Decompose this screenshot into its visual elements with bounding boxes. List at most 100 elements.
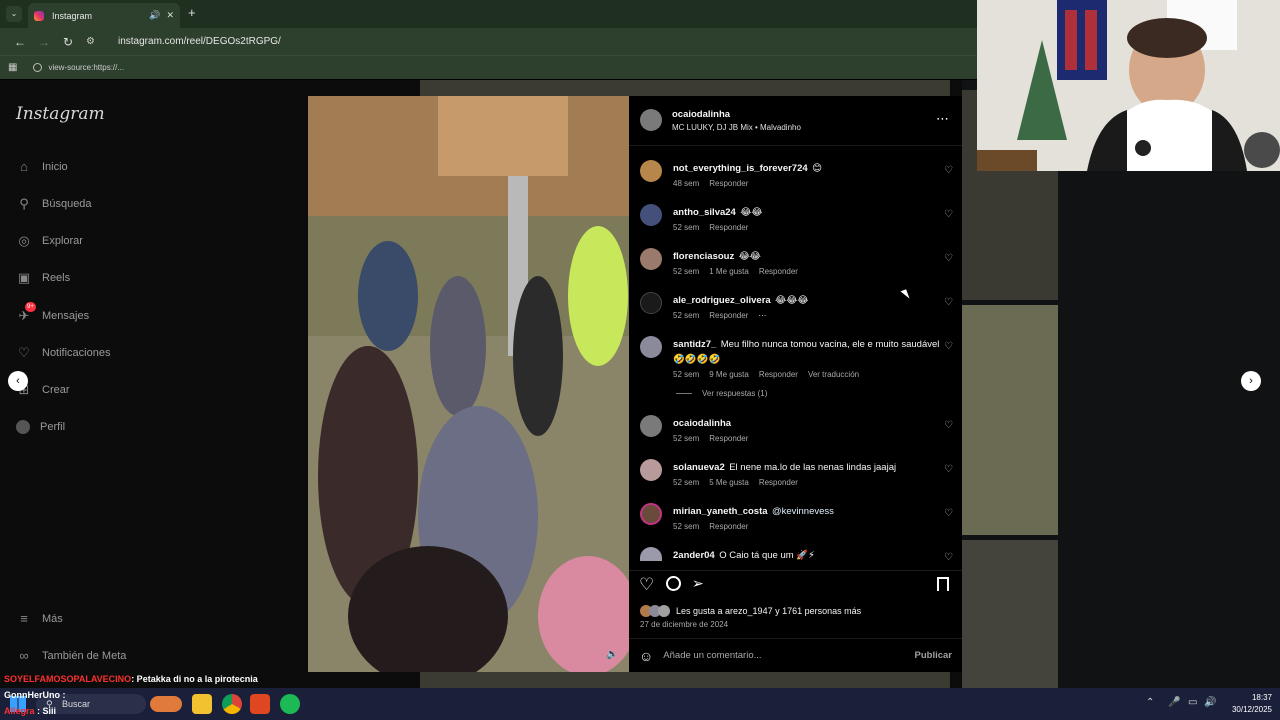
- comment-user[interactable]: not_everything_is_forever724: [673, 163, 808, 174]
- comment-icon[interactable]: [666, 576, 681, 591]
- like-comment-icon[interactable]: ♡: [944, 165, 953, 176]
- comment-age[interactable]: 52 sem: [673, 311, 699, 320]
- comment-user[interactable]: santidz7_: [673, 339, 716, 350]
- reload-icon[interactable]: ↻: [56, 35, 80, 49]
- tray-chevron-icon[interactable]: ⌃: [1146, 697, 1154, 708]
- new-tab-button[interactable]: +: [188, 5, 196, 20]
- avatar[interactable]: [640, 415, 662, 437]
- sidebar-item-home[interactable]: ⌂ Inicio: [16, 159, 68, 175]
- like-icon[interactable]: ♡: [639, 575, 654, 595]
- avatar[interactable]: [640, 503, 662, 525]
- comment-age[interactable]: 48 sem: [673, 179, 699, 188]
- comment-like-count[interactable]: 1 Me gusta: [709, 267, 749, 276]
- like-comment-icon[interactable]: ♡: [944, 464, 953, 475]
- like-comment-icon[interactable]: ♡: [944, 297, 953, 308]
- display-icon[interactable]: ▭: [1188, 697, 1197, 708]
- volume-icon[interactable]: 🔊: [1204, 697, 1216, 708]
- comment-mention[interactable]: @kevinnevess: [772, 506, 834, 517]
- reply-link[interactable]: Responder: [709, 179, 748, 188]
- avatar[interactable]: [640, 336, 662, 358]
- spotify-icon[interactable]: [280, 694, 300, 714]
- sidebar-item-profile[interactable]: Perfil: [16, 420, 65, 434]
- avatar[interactable]: [640, 204, 662, 226]
- like-comment-icon[interactable]: ♡: [944, 209, 953, 220]
- comment-user[interactable]: 2ander04: [673, 550, 715, 561]
- emoji-icon[interactable]: ☺: [639, 648, 653, 664]
- comment-user[interactable]: ocaiodalinha: [673, 418, 731, 429]
- forward-icon[interactable]: →: [32, 35, 56, 49]
- save-icon[interactable]: [937, 577, 949, 591]
- reply-link[interactable]: Responder: [759, 370, 798, 379]
- comment-age[interactable]: 52 sem: [673, 434, 699, 443]
- reel-video[interactable]: [308, 96, 629, 672]
- comment-age[interactable]: 52 sem: [673, 223, 699, 232]
- sidebar-item-search[interactable]: ⚲ Búsqueda: [16, 196, 91, 212]
- apps-grid-icon[interactable]: ▦: [8, 62, 17, 73]
- sidebar-item-reels[interactable]: ▣ Reels: [16, 270, 70, 286]
- comment-user[interactable]: antho_silva24: [673, 207, 736, 218]
- share-icon[interactable]: ➢: [692, 575, 704, 592]
- comment-user[interactable]: mirian_yaneth_costa: [673, 506, 768, 517]
- comment-user[interactable]: ale_rodriguez_olivera: [673, 295, 771, 306]
- avatar[interactable]: [640, 459, 662, 481]
- sidebar-item-label: Crear: [42, 384, 70, 396]
- post-audio[interactable]: MC LUUKY, DJ JB Mix • Malvadinho: [672, 123, 801, 132]
- publish-button[interactable]: Publicar: [915, 650, 953, 661]
- comment-like-count[interactable]: 5 Me gusta: [709, 478, 749, 487]
- browser-tab[interactable]: Instagram 🔊 ✕: [28, 3, 180, 28]
- microphone-icon[interactable]: 🎤: [1168, 697, 1180, 708]
- sidebar-item-notifications[interactable]: ♡ Notificaciones: [16, 345, 110, 361]
- comment-age[interactable]: 52 sem: [673, 478, 699, 487]
- bookmark-item[interactable]: view-source:https://...: [33, 63, 124, 72]
- post-author[interactable]: ocaiodalinha: [672, 109, 730, 120]
- avatar[interactable]: [640, 109, 662, 131]
- likes-summary[interactable]: Les gusta a arezo_1947 y 1761 personas m…: [676, 606, 861, 616]
- reply-link[interactable]: Responder: [709, 311, 748, 320]
- brave-browser-icon[interactable]: [250, 694, 270, 714]
- sidebar-item-explore[interactable]: ◎ Explorar: [16, 233, 83, 249]
- like-comment-icon[interactable]: ♡: [944, 253, 953, 264]
- url-input[interactable]: instagram.com/reel/DEGOs2tRGPG/: [118, 36, 281, 47]
- comment-age[interactable]: 52 sem: [673, 370, 699, 379]
- speaker-icon[interactable]: 🔊: [149, 10, 160, 21]
- reply-link[interactable]: Responder: [709, 434, 748, 443]
- avatar[interactable]: [640, 248, 662, 270]
- compass-icon: ◎: [18, 233, 30, 248]
- like-comment-icon[interactable]: ♡: [944, 341, 953, 352]
- sidebar-item-meta[interactable]: ∞ También de Meta: [16, 648, 126, 664]
- sidebar-item-more[interactable]: ≡ Más: [16, 611, 63, 627]
- previous-post-button[interactable]: ‹: [8, 371, 28, 391]
- reply-link[interactable]: Responder: [709, 522, 748, 531]
- file-explorer-icon[interactable]: [192, 694, 212, 714]
- instagram-logo[interactable]: Instagram: [16, 104, 105, 124]
- speaker-icon[interactable]: 🔈: [606, 649, 618, 660]
- taskbar-clock[interactable]: 18:37 30/12/2025: [1222, 692, 1272, 716]
- comment-like-count[interactable]: 9 Me gusta: [709, 370, 749, 379]
- back-icon[interactable]: ←: [8, 35, 32, 49]
- search-highlight-icon[interactable]: [150, 696, 182, 712]
- view-replies-link[interactable]: Ver respuestas (1): [676, 389, 767, 398]
- reply-link[interactable]: Responder: [759, 267, 798, 276]
- like-comment-icon[interactable]: ♡: [944, 552, 953, 563]
- tab-menu-button[interactable]: ⌄: [6, 6, 22, 22]
- like-comment-icon[interactable]: ♡: [944, 420, 953, 431]
- avatar[interactable]: [640, 160, 662, 182]
- reply-link[interactable]: Responder: [759, 478, 798, 487]
- comment-user[interactable]: solanueva2: [673, 462, 725, 473]
- like-comment-icon[interactable]: ♡: [944, 508, 953, 519]
- comment-age[interactable]: 52 sem: [673, 267, 699, 276]
- sidebar-item-messages[interactable]: ✈ 9+ Mensajes: [16, 302, 89, 324]
- close-tab-icon[interactable]: ✕: [166, 10, 174, 21]
- comment-options-icon[interactable]: ···: [758, 311, 766, 320]
- add-comment-bar: ☺ Añade un comentario... Publicar: [629, 638, 962, 672]
- reply-link[interactable]: Responder: [709, 223, 748, 232]
- comment-age[interactable]: 52 sem: [673, 522, 699, 531]
- comment-input[interactable]: Añade un comentario...: [663, 650, 914, 661]
- site-info-icon[interactable]: ⚙: [86, 36, 100, 47]
- chrome-icon[interactable]: [222, 694, 242, 714]
- translate-link[interactable]: Ver traducción: [808, 370, 859, 379]
- next-post-button[interactable]: ›: [1241, 371, 1261, 391]
- more-options-icon[interactable]: ⋯: [936, 111, 949, 127]
- comment-user[interactable]: florenciasouz: [673, 251, 734, 262]
- avatar[interactable]: [640, 292, 662, 314]
